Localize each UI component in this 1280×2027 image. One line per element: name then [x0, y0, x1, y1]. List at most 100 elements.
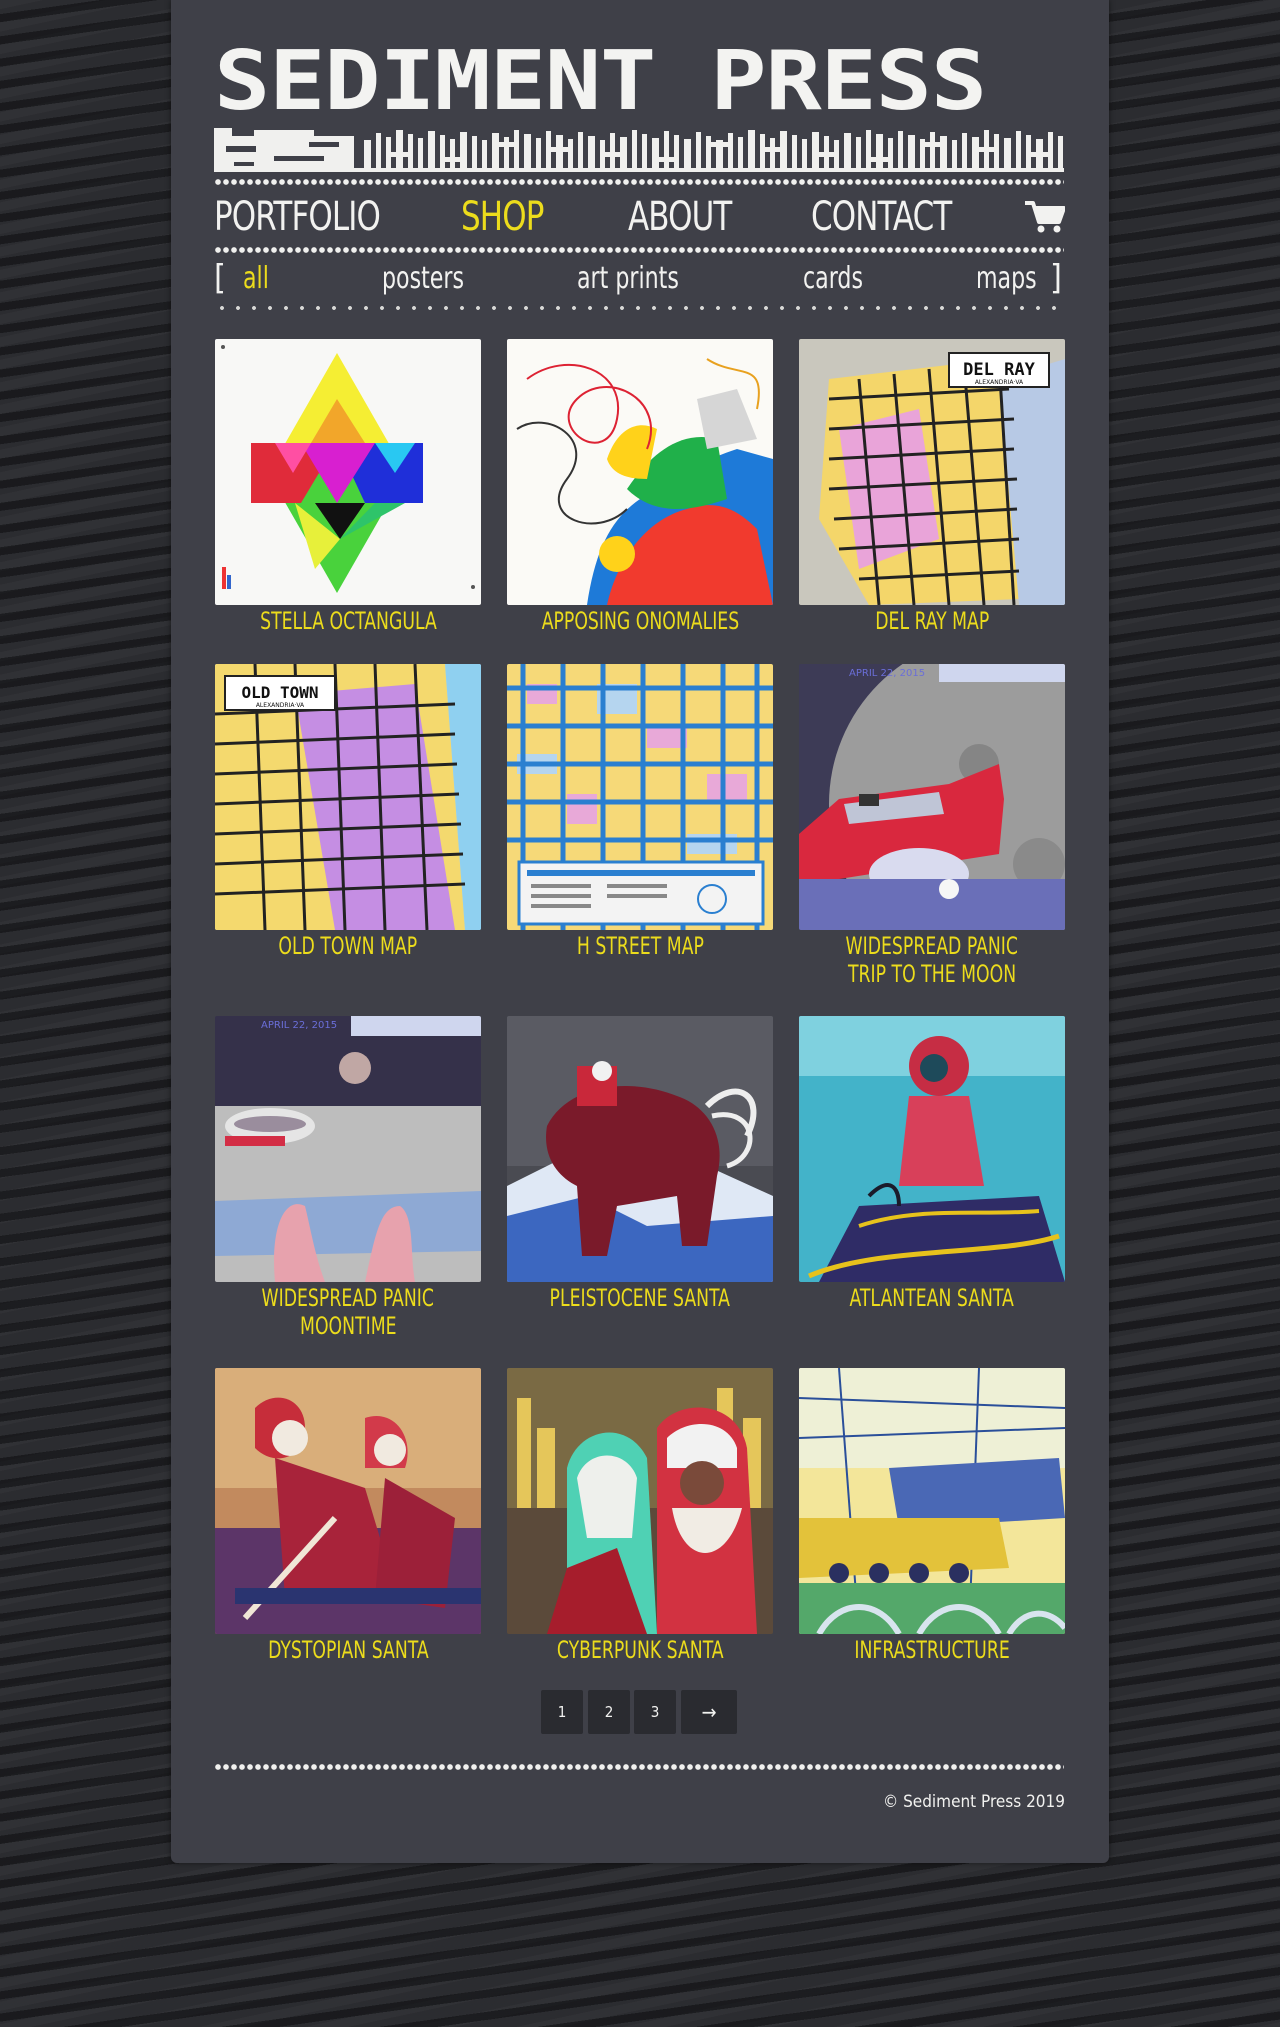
product-image-cyberpunk-santa[interactable] [507, 1368, 773, 1634]
cart-icon[interactable] [1025, 200, 1065, 234]
dotted-divider [214, 304, 1064, 312]
logo-bar [674, 135, 679, 168]
logo-bar [780, 131, 787, 168]
logo-bar [908, 135, 915, 168]
product-title[interactable]: STELLA OCTANGULA [195, 607, 501, 635]
logo-bar [984, 130, 989, 168]
product-title[interactable]: WIDESPREAD PANIC TRIP TO THE MOON [779, 932, 1085, 988]
product-title[interactable]: ATLANTEAN SANTA [779, 1284, 1085, 1312]
logo-bar [556, 135, 563, 168]
product-image-widespread-panic-trip-to-the-moon[interactable]: APRIL 22, 2015 [799, 664, 1065, 930]
logo-bar [492, 142, 514, 147]
product-title[interactable]: APPOSING ONOMALIES [487, 607, 793, 635]
logo-bar [706, 136, 711, 168]
site-logo[interactable]: SEDIMENT PRESS [214, 41, 1064, 172]
filter-close-bracket: ] [1050, 258, 1062, 298]
logo-bar [812, 132, 819, 168]
product-title[interactable]: OLD TOWN MAP [195, 932, 501, 960]
filter-posters[interactable]: posters [382, 258, 464, 300]
logo-bar [364, 140, 371, 168]
logo-bar [696, 132, 701, 168]
map-badge: DEL RAY [963, 360, 1035, 380]
map-badge-sub: ALEXANDRIA·VA [975, 379, 1024, 386]
logo-bar [834, 140, 839, 168]
logo-bar [940, 136, 947, 168]
page-1-link[interactable]: 1 [541, 1690, 583, 1734]
logo-bar [994, 134, 999, 168]
filter-maps[interactable]: maps [976, 258, 1037, 300]
product-title[interactable]: CYBERPUNK SANTA [487, 1636, 793, 1664]
product-image-dystopian-santa[interactable] [215, 1368, 481, 1634]
logo-bar [898, 131, 903, 168]
product-title[interactable]: PLEISTOCENE SANTA [487, 1284, 793, 1312]
logo-bar [376, 133, 381, 168]
logo-bar [1058, 136, 1063, 168]
next-page-arrow[interactable]: → [681, 1690, 737, 1734]
logo-bar [450, 139, 455, 168]
filter-all[interactable]: all [243, 258, 269, 300]
nav-about[interactable]: ABOUT [628, 192, 732, 242]
apposing-onomalies-artwork [507, 339, 773, 605]
product-title[interactable]: INFRASTRUCTURE [779, 1636, 1085, 1664]
logo-bar [812, 152, 834, 157]
nav-shop[interactable]: SHOP [461, 192, 544, 242]
logo-bar [664, 131, 669, 168]
logo-bar [792, 135, 797, 168]
logo-bar [684, 139, 691, 168]
logo-bar [866, 130, 871, 168]
product-image-infrastructure[interactable] [799, 1368, 1065, 1634]
poster-date: APRIL 22, 2015 [849, 668, 925, 679]
logo-bar [568, 139, 573, 168]
product-image-stella-octangula[interactable] [215, 339, 481, 605]
logo-bar [1048, 132, 1053, 168]
trip-to-the-moon-artwork: APRIL 22, 2015 [799, 664, 1065, 930]
logo-bar [888, 138, 893, 168]
logo-bar [440, 135, 445, 168]
atlantean-santa-artwork [799, 1016, 1065, 1282]
logo-bar [610, 133, 615, 168]
page-3-link[interactable]: 3 [634, 1690, 676, 1734]
product-title[interactable]: H STREET MAP [487, 932, 793, 960]
product-image-h-street-map[interactable] [507, 664, 773, 930]
dystopian-santa-artwork [215, 1368, 481, 1634]
logo-bar [1036, 139, 1043, 168]
product-image-widespread-panic-moontime[interactable]: APRIL 22, 2015 [215, 1016, 481, 1282]
logo-bar [876, 134, 883, 168]
logo-sediment-pattern [214, 128, 1064, 172]
nav-portfolio[interactable]: PORTFOLIO [214, 192, 381, 242]
poster-date: APRIL 22, 2015 [261, 1020, 337, 1031]
logo-bar [396, 130, 403, 168]
copyright-text: © Sediment Press 2019 [882, 1792, 1065, 1812]
product-image-old-town-map[interactable]: OLD TOWN ALEXANDRIA·VA [215, 664, 481, 930]
logo-bar [738, 137, 743, 168]
logo-bar [824, 136, 829, 168]
dotted-divider [214, 246, 1064, 254]
product-image-atlantean-santa[interactable] [799, 1016, 1065, 1282]
product-image-del-ray-map[interactable]: DEL RAY ALEXANDRIA·VA [799, 339, 1065, 605]
logo-bar [536, 138, 541, 168]
pleistocene-santa-artwork [507, 1016, 773, 1282]
page-2-link[interactable]: 2 [588, 1690, 630, 1734]
cyberpunk-santa-artwork [507, 1368, 773, 1634]
logo-bar [642, 134, 647, 168]
nav-contact[interactable]: CONTACT [811, 192, 952, 242]
moontime-artwork: APRIL 22, 2015 [215, 1016, 481, 1282]
product-title[interactable]: WIDESPREAD PANIC MOONTIME [195, 1284, 501, 1340]
product-image-apposing-onomalies[interactable] [507, 339, 773, 605]
product-image-pleistocene-santa[interactable] [507, 1016, 773, 1282]
old-town-map-artwork: OLD TOWN ALEXANDRIA·VA [215, 664, 481, 930]
logo-bar [972, 137, 979, 168]
logo-bar [930, 132, 935, 168]
logo-bar [620, 137, 627, 168]
logo-bar [524, 134, 531, 168]
product-title[interactable]: DYSTOPIAN SANTA [195, 1636, 501, 1664]
logo-bar [652, 138, 659, 168]
filter-art-prints[interactable]: art prints [577, 258, 679, 300]
logo-bar [748, 130, 755, 168]
map-badge-sub: ALEXANDRIA·VA [256, 702, 305, 709]
logo-bar [652, 157, 674, 162]
logo-bar [588, 136, 595, 168]
logo-bar [418, 138, 423, 168]
product-title[interactable]: DEL RAY MAP [779, 607, 1085, 635]
filter-cards[interactable]: cards [803, 258, 863, 300]
